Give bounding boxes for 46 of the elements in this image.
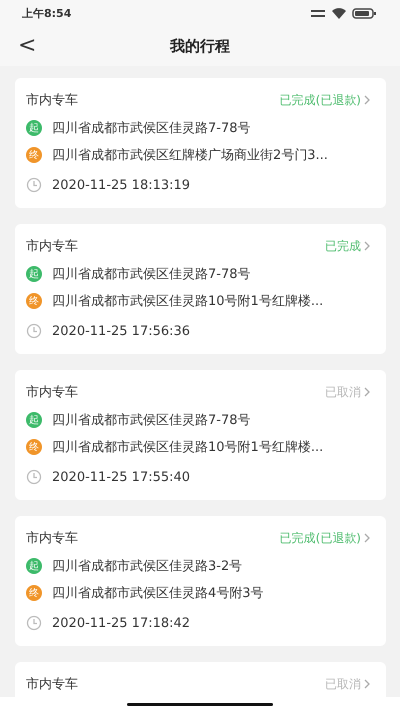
trip-card[interactable]: 市内专车 已取消 — [15, 662, 386, 697]
trip-card[interactable]: 市内专车 已完成 起 四川省成都市武侯区佳灵路7-78号 终 四川省成都市武侯区佳灵路10号附1号红牌楼... 2020-11-25 17:56:36 — [15, 224, 386, 354]
home-indicator[interactable] — [127, 702, 273, 706]
wifi-icon — [332, 8, 346, 18]
status-time: 上午8:54 — [22, 6, 72, 20]
trip-time: 2020-11-25 17:18:42 — [52, 616, 190, 630]
end-marker: 终 — [26, 585, 42, 601]
trip-card[interactable]: 市内专车 已完成(已退款) 起 四川省成都市武侯区佳灵路3-2号 终 四川省成都市武侯区佳灵路4号附3号 2020-11-25 17:18:42 — [15, 516, 386, 646]
chevron-icon — [364, 95, 370, 105]
clock-icon — [26, 469, 42, 485]
clock-icon — [26, 615, 42, 631]
start-marker: 起 — [26, 120, 42, 136]
start-marker: 起 — [26, 558, 42, 574]
clock-icon — [26, 177, 42, 193]
chevron-icon — [364, 241, 370, 251]
start-address: 四川省成都市武侯区佳灵路7-78号 — [52, 412, 251, 429]
service-type: 市内专车 — [26, 92, 78, 109]
service-type: 市内专车 — [26, 238, 78, 255]
start-marker: 起 — [26, 266, 42, 282]
service-type: 市内专车 — [26, 530, 78, 547]
battery-icon — [352, 8, 376, 18]
start-address: 四川省成都市武侯区佳灵路7-78号 — [52, 120, 251, 137]
clock-icon — [26, 323, 42, 339]
end-address: 四川省成都市武侯区佳灵路4号附3号 — [52, 585, 264, 602]
chevron-icon — [364, 387, 370, 397]
trip-time: 2020-11-25 17:56:36 — [52, 324, 190, 338]
start-address: 四川省成都市武侯区佳灵路7-78号 — [52, 266, 251, 283]
chevron-icon — [364, 679, 370, 689]
trip-card[interactable]: 市内专车 已完成(已退款) 起 四川省成都市武侯区佳灵路7-78号 终 四川省成都市武侯区红牌楼广场商业街2号门3... 2020-11-25 18:13:19 — [15, 78, 386, 208]
start-address: 四川省成都市武侯区佳灵路3-2号 — [52, 558, 242, 575]
trip-time: 2020-11-25 17:55:40 — [52, 470, 190, 484]
end-marker: 终 — [26, 293, 42, 309]
end-address: 四川省成都市武侯区红牌楼广场商业街2号门3... — [52, 147, 328, 164]
service-type: 市内专车 — [26, 384, 78, 401]
end-marker: 终 — [26, 439, 42, 455]
chevron-icon — [364, 533, 370, 543]
trip-time: 2020-11-25 18:13:19 — [52, 178, 190, 192]
end-address: 四川省成都市武侯区佳灵路10号附1号红牌楼... — [52, 439, 324, 456]
end-address: 四川省成都市武侯区佳灵路10号附1号红牌楼... — [52, 293, 324, 310]
service-type: 市内专车 — [26, 676, 78, 693]
back-button[interactable]: < — [14, 32, 40, 60]
signal-icon — [310, 8, 326, 18]
page-title: 我的行程 — [170, 36, 230, 56]
end-marker: 终 — [26, 147, 42, 163]
trip-card[interactable]: 市内专车 已取消 起 四川省成都市武侯区佳灵路7-78号 终 四川省成都市武侯区佳灵路10号附1号红牌楼... 2020-11-25 17:55:40 — [15, 370, 386, 500]
start-marker: 起 — [26, 412, 42, 428]
